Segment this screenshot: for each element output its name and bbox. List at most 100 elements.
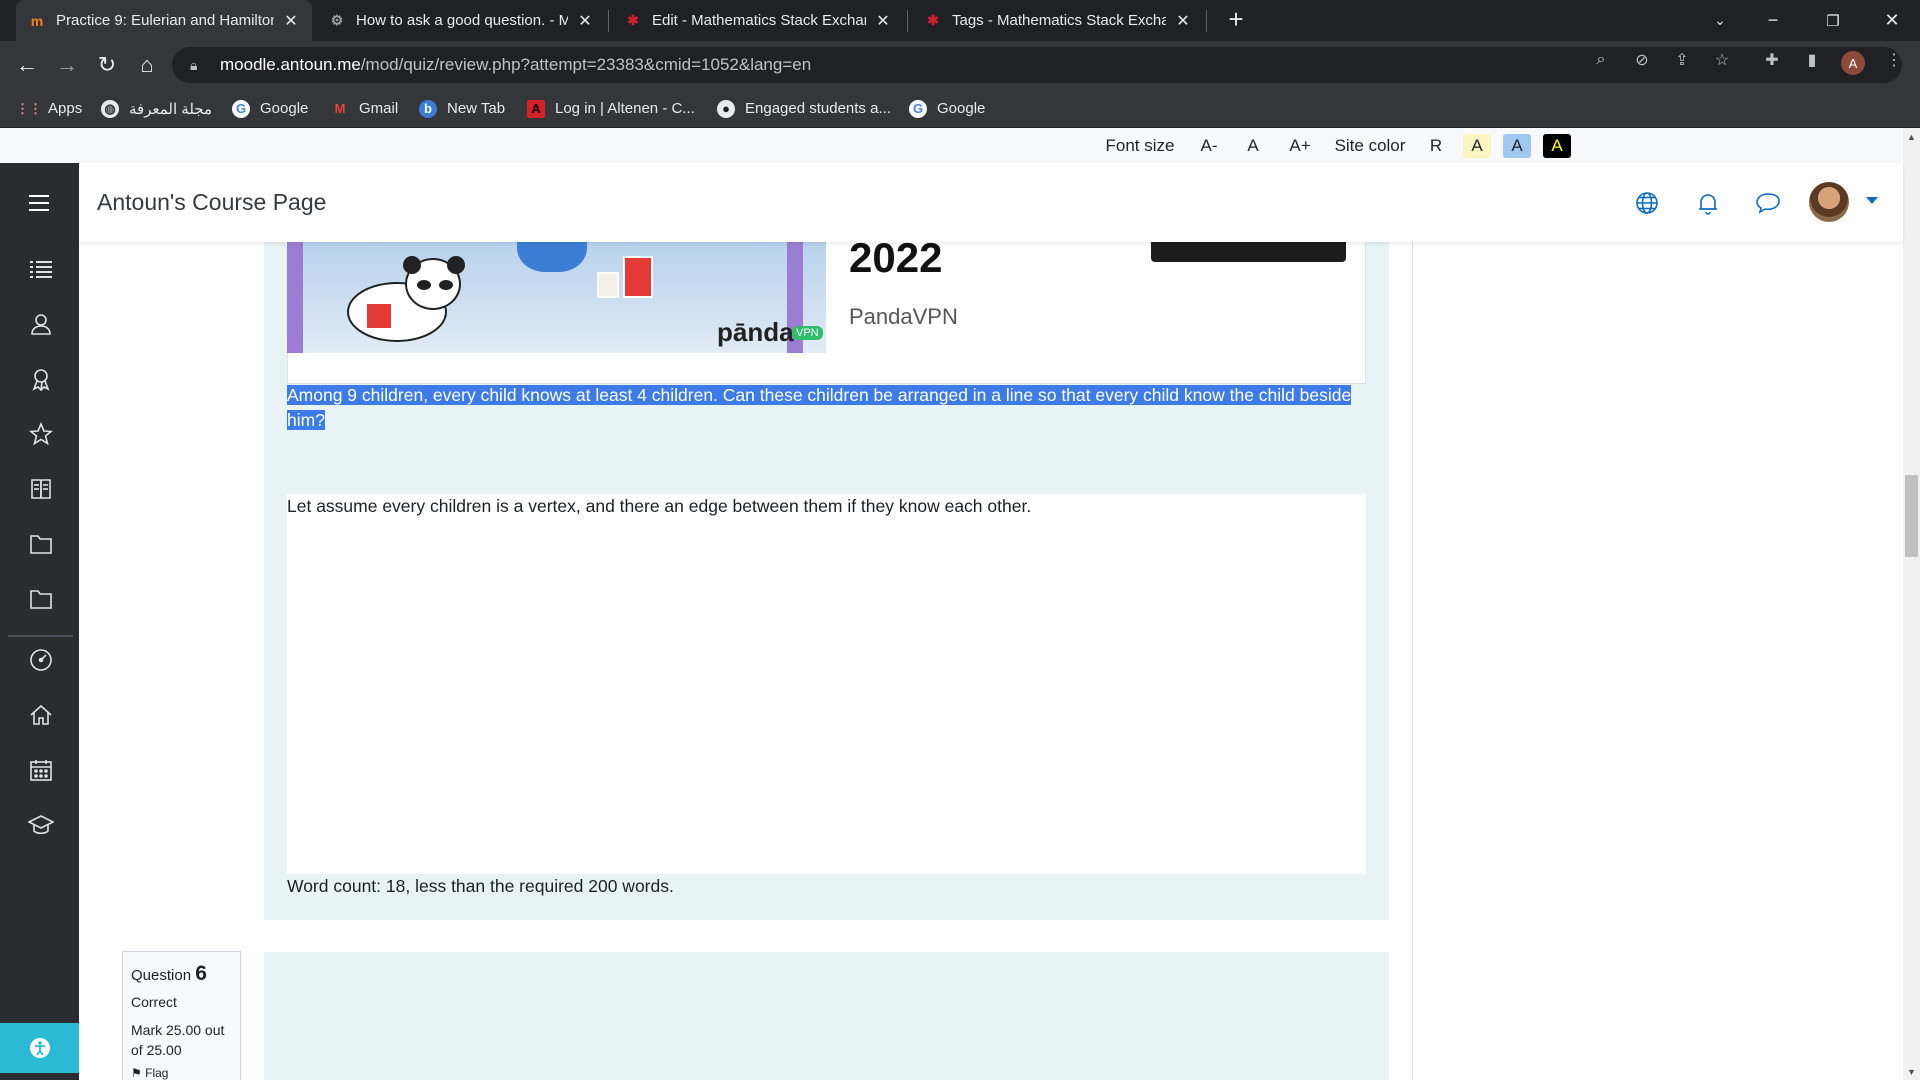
question-6-panel [264, 952, 1389, 1080]
bookmarks-bar: ⋮⋮ Apps ◍ مجلة المعرفة G Google M Gmail … [0, 89, 1920, 128]
color-blue-button[interactable]: A [1503, 134, 1531, 158]
ad-year: 2022 [849, 242, 943, 281]
badges-award-icon[interactable] [27, 365, 55, 393]
flag-icon: ⚑ [131, 1066, 142, 1080]
minimize-button[interactable]: − [1745, 0, 1801, 41]
user-avatar[interactable] [1809, 182, 1849, 222]
user-menu-caret-icon[interactable] [1866, 197, 1878, 204]
apps-grid-icon: ⋮⋮ [16, 100, 42, 116]
newtab-icon: b [419, 99, 437, 118]
calendar-icon[interactable] [27, 756, 55, 784]
color-reset-button[interactable]: R [1424, 134, 1448, 158]
eye-slash-icon[interactable]: ⊘ [1632, 50, 1652, 70]
google-icon: G [232, 99, 250, 118]
question-state: Correct [131, 994, 177, 1010]
url-path: /mod/quiz/review.php?attempt=23383&cmid=… [360, 55, 812, 74]
gmail-icon: M [334, 101, 346, 116]
font-size-label: Font size [1105, 136, 1175, 155]
list-icon[interactable] [27, 255, 55, 283]
bookmark-label: Engaged students a... [745, 100, 891, 117]
tab-separator [1206, 10, 1207, 32]
accessibility-toolbar-button[interactable] [0, 1023, 79, 1073]
window-close-button[interactable]: ✕ [1864, 0, 1920, 41]
bookmark-google[interactable]: G Google [232, 89, 308, 128]
folder-icon[interactable] [27, 530, 55, 558]
language-globe-icon[interactable] [1632, 188, 1662, 218]
dashboard-gauge-icon[interactable] [27, 646, 55, 674]
bookmark-almaarefa[interactable]: ◍ مجلة المعرفة [101, 89, 212, 128]
participants-icon[interactable] [27, 310, 55, 338]
star-icon[interactable]: ☆ [1712, 50, 1732, 70]
tab-tags-math-se[interactable]: ✱ Tags - Mathematics Stack Exchan ✕ [912, 0, 1204, 41]
share-icon[interactable]: ⇪ [1672, 50, 1692, 70]
close-icon[interactable]: ✕ [282, 11, 300, 31]
scroll-thumb[interactable] [1905, 475, 1918, 557]
bookmark-new-tab[interactable]: b New Tab [419, 89, 505, 128]
home-icon[interactable]: ⌂ [132, 50, 162, 80]
font-reset-button[interactable]: A [1241, 134, 1265, 158]
close-icon[interactable]: ✕ [874, 11, 892, 31]
ad-banner-image[interactable]: pānda VPN [287, 242, 826, 353]
tab-search-icon[interactable]: ⌄ [1692, 0, 1748, 41]
messages-chat-icon[interactable] [1753, 188, 1783, 218]
bookmark-google-2[interactable]: G Google [909, 89, 985, 128]
question-number-value: 6 [195, 962, 207, 985]
graduation-cap-icon[interactable] [27, 811, 55, 839]
tab-title: Edit - Mathematics Stack Exchan [652, 12, 866, 29]
sidepanel-icon[interactable]: ▮ [1802, 50, 1822, 70]
tab-separator [907, 10, 908, 32]
bookmark-label: مجلة المعرفة [129, 100, 213, 118]
font-decrease-button[interactable]: A- [1195, 134, 1223, 158]
bookmark-label: Google [937, 100, 986, 117]
scroll-down-arrow-icon[interactable]: ▼ [1903, 1063, 1920, 1080]
tab-how-to-ask[interactable]: ⚙ How to ask a good question. - M ✕ [316, 0, 606, 41]
bookmark-engaged-students[interactable]: ● Engaged students a... [717, 89, 891, 128]
left-nav-drawer [0, 163, 79, 1080]
font-increase-button[interactable]: A+ [1286, 134, 1314, 158]
tab-edit-math-se[interactable]: ✱ Edit - Mathematics Stack Exchan ✕ [612, 0, 904, 41]
flag-question-link[interactable]: ⚑ Flag [131, 1066, 232, 1080]
page-scrollbar[interactable]: ▲ ▼ [1903, 128, 1920, 1080]
new-tab-button[interactable]: + [1222, 6, 1250, 34]
question-text-selected: Among 9 children, every child knows at l… [287, 385, 1352, 430]
grades-book-icon[interactable] [27, 475, 55, 503]
scroll-up-arrow-icon[interactable]: ▲ [1903, 128, 1920, 145]
bookmark-label: Gmail [359, 100, 399, 117]
folder-icon[interactable] [27, 585, 55, 613]
ad-cta-button[interactable] [1151, 242, 1346, 262]
bookmark-apps[interactable]: ⋮⋮ Apps [16, 89, 82, 128]
answer-textarea[interactable]: Let assume every children is a vertex, a… [287, 494, 1366, 874]
answer-text: Let assume every children is a vertex, a… [287, 496, 1032, 516]
right-column-divider [1412, 242, 1413, 1080]
extensions-puzzle-icon[interactable]: ✚ [1762, 50, 1782, 70]
zoom-icon[interactable]: ⌕ [1591, 50, 1611, 70]
home-icon[interactable] [27, 701, 55, 729]
site-color-label: Site color [1334, 136, 1406, 155]
reload-icon[interactable]: ↻ [92, 50, 122, 80]
notification-bell-icon[interactable] [1693, 188, 1723, 218]
question-text: Among 9 children, every child knows at l… [287, 383, 1387, 433]
bookmark-gmail[interactable]: M Gmail [331, 89, 399, 128]
color-yellow-button[interactable]: A [1463, 134, 1491, 158]
forward-arrow-icon[interactable]: → [52, 50, 82, 80]
bookmark-label: Google [260, 100, 309, 117]
altenen-icon: A [527, 99, 545, 118]
page-content: pānda VPN 2022 PandaVPN Among 9 children… [79, 242, 1903, 1080]
pandavpn-logo: pānda [717, 317, 794, 347]
tab-practice-9[interactable]: m Practice 9: Eulerian and Hamilton ✕ [16, 0, 312, 41]
url-text: moodle.antoun.me/mod/quiz/review.php?att… [220, 55, 811, 75]
site-title[interactable]: Antoun's Course Page [97, 189, 326, 216]
restore-button[interactable]: ❐ [1805, 0, 1861, 41]
close-icon[interactable]: ✕ [1174, 11, 1192, 31]
color-black-button[interactable]: A [1543, 134, 1571, 158]
kebab-menu-icon[interactable]: ⋮ [1884, 50, 1904, 70]
hamburger-menu-icon[interactable] [0, 163, 79, 242]
back-arrow-icon[interactable]: ← [12, 50, 42, 80]
google-icon: G [909, 99, 927, 118]
close-icon[interactable]: ✕ [576, 11, 594, 31]
ad-brand: PandaVPN [849, 304, 958, 329]
profile-avatar[interactable]: A [1841, 51, 1865, 75]
star-icon[interactable] [27, 420, 55, 448]
panda-head [403, 256, 465, 310]
bookmark-altenen[interactable]: A Log in | Altenen - C... [527, 89, 695, 128]
